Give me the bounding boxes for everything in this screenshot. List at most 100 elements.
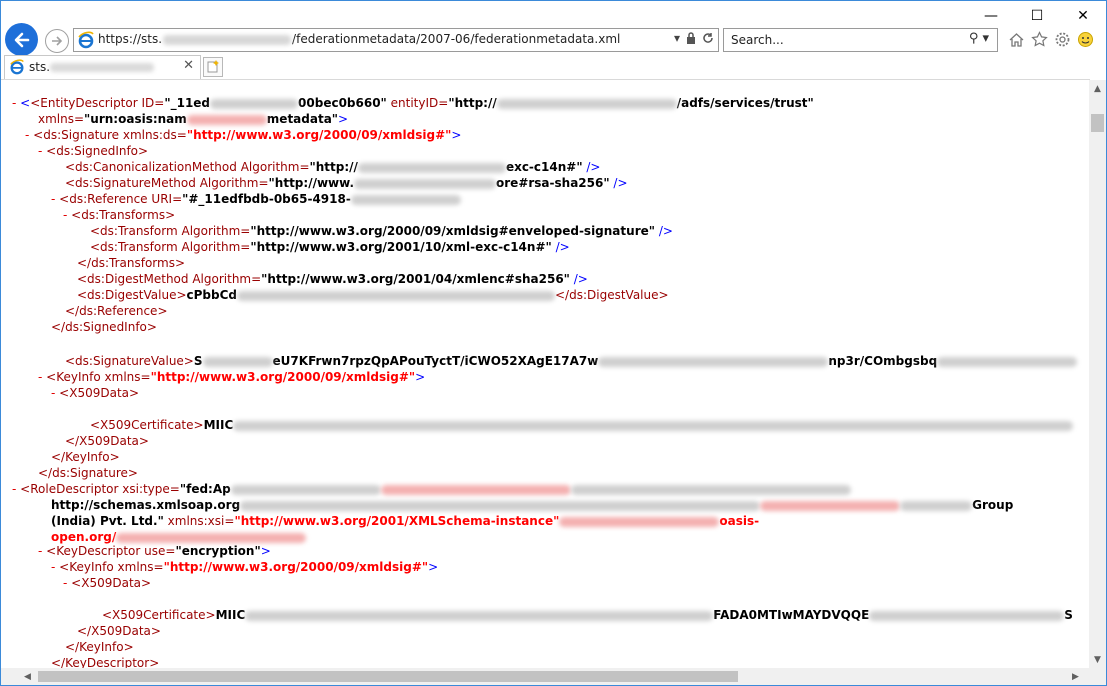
url-prefix: https://sts. (98, 32, 163, 46)
xml-line-x509certificate: <X509Certificate>MIIC (90, 417, 1074, 433)
xml-value: (India) Pvt. Ltd." (51, 514, 164, 528)
xml-attr: xmlns:xsi= (167, 514, 235, 528)
xml-value: "#_11edfbdb-0b65-4918- (182, 192, 351, 206)
horizontal-scroll-thumb[interactable] (38, 671, 738, 682)
xml-tag: <KeyDescriptor (46, 544, 141, 558)
forward-button[interactable] (45, 29, 69, 53)
ie-logo-icon (78, 31, 94, 49)
xml-value: cPbbCd (186, 288, 237, 302)
xml-line-x509data-close: </X509Data> (65, 433, 149, 449)
xml-attr: Algorithm= (181, 224, 251, 238)
settings-gear-icon[interactable] (1053, 29, 1071, 49)
dropdown-icon[interactable]: ▾ (674, 31, 680, 45)
xml-tag: <ds:SignatureMethod (65, 176, 196, 190)
search-icon[interactable]: ⚲ ▾ (969, 31, 989, 46)
xml-value: MIIC (215, 608, 246, 622)
xml-value: "http:// (309, 160, 358, 174)
xml-line-transforms-close: </ds:Transforms> (77, 255, 185, 271)
xml-tag: <KeyInfo (46, 370, 101, 384)
xml-tag: </KeyInfo> (65, 640, 134, 654)
xml-tag: <ds:Transform (90, 224, 178, 238)
collapse-toggle[interactable]: - (12, 482, 16, 496)
xml-tag: </KeyInfo> (51, 450, 120, 464)
xml-value: FADA0MTIwMAYDVQQE (713, 608, 870, 622)
feedback-smiley-icon[interactable] (1076, 29, 1094, 49)
xml-value: S (193, 354, 203, 368)
vertical-scroll-thumb[interactable] (1091, 114, 1104, 132)
collapse-toggle[interactable]: - (51, 192, 55, 206)
xml-value: "http://www.w3.org/2000/09/xmldsig#" (186, 128, 452, 142)
xml-viewer: - <<EntityDescriptor ID="_11ed 00bec0b660… (1, 79, 1090, 668)
xml-line-transforms: - <ds:Transforms> (63, 207, 175, 223)
new-tab-button[interactable] (203, 57, 223, 77)
xml-line-digestmethod: <ds:DigestMethod Algorithm="http://www.w… (77, 271, 588, 287)
xml-line-signaturemethod: <ds:SignatureMethod Algorithm="http://ww… (65, 175, 628, 191)
xml-attr: Algorithm= (181, 240, 251, 254)
lock-icon[interactable] (686, 32, 696, 44)
xml-value: /adfs/services/trust" (676, 96, 814, 110)
xml-tag: <ds:Transforms> (71, 208, 176, 222)
tab-title-redacted (50, 63, 155, 72)
url-redacted (163, 34, 292, 45)
xml-tag: <ds:Reference (59, 192, 148, 206)
collapse-toggle[interactable]: - (25, 128, 29, 142)
xml-bracket: /> (582, 160, 601, 174)
back-button[interactable] (5, 23, 38, 56)
xml-tag: <ds:DigestMethod (77, 272, 189, 286)
search-box[interactable]: Search... ⚲ ▾ (723, 28, 998, 52)
scroll-up-icon[interactable]: ▲ (1089, 80, 1106, 97)
tab-close-icon[interactable]: ✕ (183, 58, 194, 73)
collapse-toggle[interactable]: - (12, 96, 16, 110)
xml-tag: </ds:Transforms> (77, 256, 186, 270)
scroll-right-icon[interactable]: ▶ (1067, 668, 1084, 685)
xml-value: "http://www.w3.org/2001/04/xmlenc#sha256… (261, 272, 570, 286)
xml-line-x509data-2: - <X509Data> (63, 575, 151, 591)
forward-arrow-icon (52, 36, 63, 46)
xml-attr: xmlns= (117, 560, 164, 574)
xml-value: "http://www.w3.org/2000/09/xmldsig#envel… (250, 224, 655, 238)
tab-title-text: sts. (29, 60, 51, 74)
vertical-scrollbar[interactable]: ▲ ▼ (1089, 80, 1106, 668)
address-bar[interactable]: https://sts. /federationmetadata/2007-06/… (73, 28, 719, 52)
xml-line-roledescriptor-cont1: http://schemas.xmlsoap.org Group (51, 497, 1013, 513)
xml-line-keydescriptor: - <KeyDescriptor use="encryption"> (38, 543, 271, 559)
tab-title: sts. (29, 60, 155, 74)
browser-window: — ☐ ✕ https://sts./federationmetadata/20… (0, 0, 1107, 686)
xml-value: "http://www.w3.org/2001/10/xml-exc-c14n#… (250, 240, 552, 254)
address-url[interactable]: https://sts. /federationmetadata/2007-06/… (98, 32, 620, 46)
xml-line-entitydescriptor: - <<EntityDescriptor ID="_11ed 00bec0b660… (12, 96, 814, 110)
xml-value: exc-c14n#" (505, 160, 583, 174)
collapse-toggle[interactable]: - (51, 560, 55, 574)
scroll-down-icon[interactable]: ▼ (1089, 651, 1106, 668)
xml-line-keydescriptor-close: </KeyDescriptor> (51, 655, 159, 668)
xml-value: "urn:oasis:nam (84, 112, 187, 126)
collapse-toggle[interactable]: - (51, 386, 55, 400)
favorites-star-icon[interactable] (1030, 29, 1048, 49)
collapse-toggle[interactable]: - (38, 144, 42, 158)
xml-attr: Algorithm= (240, 160, 310, 174)
xml-line-signaturevalue: <ds:SignatureValue>S eU7KFrwn7rpzQpAPouTy… (65, 353, 1078, 369)
xml-line-keyinfo-2: - <KeyInfo xmlns="http://www.w3.org/2000… (51, 559, 438, 575)
home-icon[interactable] (1007, 29, 1025, 49)
collapse-toggle[interactable]: - (38, 370, 42, 384)
xml-value: ore#rsa-sha256" (496, 176, 610, 190)
xml-value: "http://www. (268, 176, 355, 190)
collapse-toggle[interactable]: - (63, 208, 67, 222)
scroll-left-icon[interactable]: ◀ (19, 668, 36, 685)
collapse-toggle[interactable]: - (63, 576, 67, 590)
xml-value: metadata" (266, 112, 339, 126)
xml-bracket: /> (569, 272, 588, 286)
tab-federation-metadata[interactable]: sts. ✕ (4, 55, 201, 79)
xml-tag: <X509Data> (59, 386, 140, 400)
xml-tag: </X509Data> (65, 434, 149, 448)
collapse-toggle[interactable]: - (38, 544, 42, 558)
xml-tag: </ds:Reference> (65, 304, 168, 318)
refresh-icon[interactable] (702, 32, 714, 44)
xml-value: "http://www.w3.org/2001/XMLSchema-instan… (234, 514, 560, 528)
xml-tag: <ds:Transform (90, 240, 178, 254)
xml-bracket: /> (609, 176, 628, 190)
xml-tag: </X509Data> (77, 624, 161, 638)
tab-bar: sts. ✕ (1, 55, 1106, 79)
horizontal-scrollbar[interactable]: ◀ ▶ (1, 668, 1089, 685)
xml-attr: URI= (151, 192, 183, 206)
